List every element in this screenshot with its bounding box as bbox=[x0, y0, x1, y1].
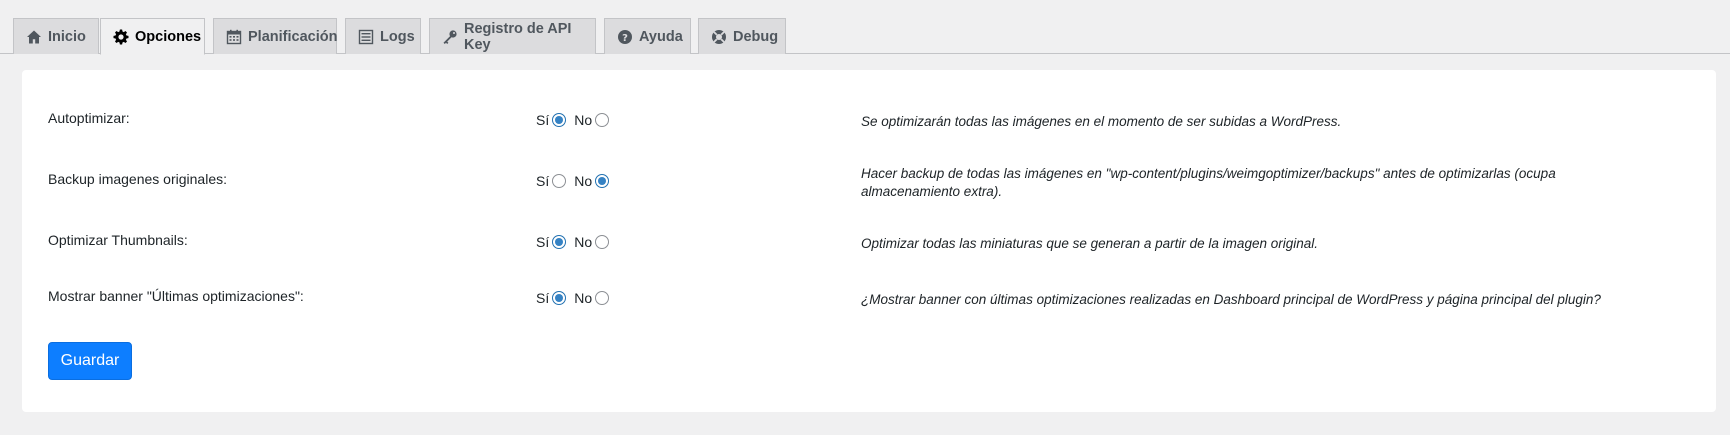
list-icon bbox=[358, 29, 374, 45]
radio-option-no[interactable]: No bbox=[574, 234, 610, 250]
save-button[interactable]: Guardar bbox=[48, 342, 132, 380]
tab-bar: Inicio Opciones Planificación Logs Regis… bbox=[0, 0, 1730, 55]
option-description: Hacer backup de todas las imágenes en "w… bbox=[861, 166, 1556, 199]
radio-no[interactable] bbox=[595, 291, 610, 305]
radio-no[interactable] bbox=[595, 174, 610, 188]
calendar-icon bbox=[226, 29, 242, 45]
radio-yes[interactable] bbox=[552, 174, 567, 188]
tab-label: Inicio bbox=[48, 28, 86, 45]
tab-label: Registro de API Key bbox=[464, 20, 572, 53]
option-description: Optimizar todas las miniaturas que se ge… bbox=[861, 236, 1318, 251]
tab-ayuda[interactable]: ? Ayuda bbox=[604, 18, 691, 54]
option-label: Optimizar Thumbnails: bbox=[48, 232, 188, 248]
option-label: Autoptimizar: bbox=[48, 110, 130, 126]
radio-option-no[interactable]: No bbox=[574, 112, 610, 128]
svg-text:?: ? bbox=[622, 33, 628, 44]
tab-inicio[interactable]: Inicio bbox=[13, 18, 99, 54]
radio-no[interactable] bbox=[595, 235, 610, 249]
radio-group: Sí No bbox=[536, 234, 617, 250]
radio-option-no[interactable]: No bbox=[574, 290, 610, 306]
tab-registro-api-key[interactable]: Registro de API Key bbox=[429, 18, 596, 54]
radio-yes[interactable] bbox=[552, 113, 567, 127]
radio-label-yes: Sí bbox=[536, 290, 550, 306]
tab-label: Planificación bbox=[248, 28, 338, 45]
option-label: Mostrar banner "Últimas optimizaciones": bbox=[48, 288, 304, 304]
radio-option-no[interactable]: No bbox=[574, 173, 610, 189]
radio-label-no: No bbox=[574, 173, 593, 189]
radio-option-yes[interactable]: Sí bbox=[536, 290, 567, 306]
options-panel: Autoptimizar: Sí No Se optimizarán todas… bbox=[22, 70, 1716, 412]
tab-debug[interactable]: Debug bbox=[698, 18, 786, 54]
help-icon: ? bbox=[617, 29, 633, 45]
radio-label-yes: Sí bbox=[536, 112, 550, 128]
radio-option-yes[interactable]: Sí bbox=[536, 234, 567, 250]
option-description: ¿Mostrar banner con últimas optimizacion… bbox=[861, 292, 1601, 307]
radio-no[interactable] bbox=[595, 113, 610, 127]
lifebuoy-icon bbox=[711, 29, 727, 45]
radio-option-yes[interactable]: Sí bbox=[536, 112, 567, 128]
radio-label-yes: Sí bbox=[536, 234, 550, 250]
radio-group: Sí No bbox=[536, 112, 617, 128]
tab-label: Ayuda bbox=[639, 28, 683, 45]
radio-group: Sí No bbox=[536, 173, 617, 189]
radio-label-no: No bbox=[574, 290, 593, 306]
radio-yes[interactable] bbox=[552, 291, 567, 305]
tab-logs[interactable]: Logs bbox=[345, 18, 421, 54]
gear-icon bbox=[113, 29, 129, 45]
key-icon bbox=[442, 29, 458, 45]
tab-label: Logs bbox=[380, 28, 415, 45]
tab-label: Debug bbox=[733, 28, 779, 45]
radio-label-yes: Sí bbox=[536, 173, 550, 189]
tab-planificacion[interactable]: Planificación bbox=[213, 18, 337, 54]
home-icon bbox=[26, 29, 42, 45]
tab-opciones[interactable]: Opciones bbox=[100, 18, 205, 55]
radio-label-no: No bbox=[574, 112, 593, 128]
tab-label: Opciones bbox=[135, 28, 202, 45]
radio-yes[interactable] bbox=[552, 235, 567, 249]
radio-group: Sí No bbox=[536, 290, 617, 306]
option-description: Se optimizarán todas las imágenes en el … bbox=[861, 114, 1342, 129]
radio-label-no: No bbox=[574, 234, 593, 250]
radio-option-yes[interactable]: Sí bbox=[536, 173, 567, 189]
option-label: Backup imagenes originales: bbox=[48, 171, 227, 187]
